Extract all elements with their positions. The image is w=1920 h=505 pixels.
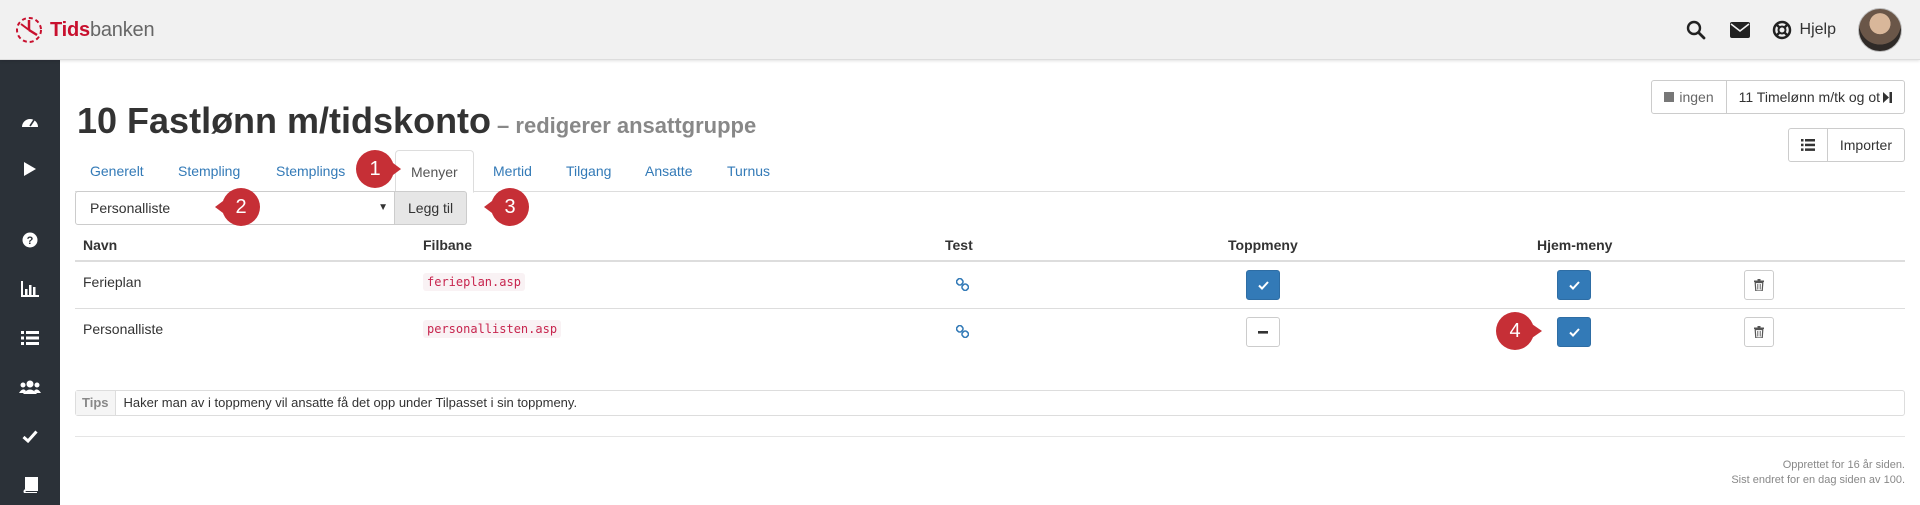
- page-subtitle: – redigerer ansattgruppe: [497, 113, 757, 138]
- audit-footer: Opprettet for 16 år siden. Sist endret f…: [1731, 458, 1905, 488]
- callout-marker-1: 1: [337, 150, 401, 188]
- trash-icon: [1754, 326, 1764, 338]
- tab-mertid[interactable]: Mertid: [478, 150, 547, 192]
- col-header-name: Navn: [83, 237, 118, 253]
- modified-info: Sist endret for en dag siden av 100.: [1731, 474, 1905, 486]
- menu-select-value: Personalliste: [90, 200, 171, 216]
- add-menu-button[interactable]: Legg til: [395, 191, 468, 225]
- row-file-path: ferieplan.asp: [423, 273, 525, 291]
- next-group-label: 11 Timelønn m/tk og ot: [1738, 89, 1880, 105]
- callout-number: 4: [1509, 320, 1521, 342]
- callout-number: 2: [235, 196, 247, 218]
- col-header-home-menu: Hjem-meny: [1537, 237, 1613, 253]
- col-header-test: Test: [945, 237, 973, 253]
- sidebar-item-users[interactable]: [0, 367, 60, 407]
- minus-icon: [1258, 330, 1268, 334]
- skip-forward-icon: [1883, 91, 1892, 103]
- tab-tilgang[interactable]: Tilgang: [551, 150, 626, 192]
- play-icon: [24, 162, 36, 176]
- brand-part2: banken: [89, 18, 155, 41]
- table-header: Navn Filbane Test Toppmeny Hjem-meny: [75, 230, 1905, 262]
- next-group-button[interactable]: 11 Timelønn m/tk og ot: [1726, 80, 1905, 114]
- col-header-file: Filbane: [423, 237, 473, 253]
- sidebar-item-list[interactable]: [0, 318, 60, 358]
- callout-number: 3: [504, 196, 516, 218]
- sidebar-item-approve[interactable]: [0, 416, 60, 456]
- messages-button[interactable]: [1720, 0, 1760, 60]
- top-menu-checkbox[interactable]: [1246, 317, 1280, 347]
- search-icon: [1686, 20, 1705, 40]
- user-avatar[interactable]: [1858, 8, 1902, 52]
- table-row: Personalliste personallisten.asp: [75, 309, 1905, 356]
- logo[interactable]: Tidsbanken: [14, 15, 155, 45]
- list-icon: [21, 331, 39, 345]
- row-file-path: personallisten.asp: [423, 320, 562, 338]
- sidebar-item-play[interactable]: [0, 149, 60, 189]
- home-menu-checkbox[interactable]: [1557, 317, 1591, 347]
- tips-label: Tips: [76, 391, 116, 415]
- stop-icon: [1664, 92, 1675, 102]
- link-icon: [955, 277, 970, 292]
- group-navigation: ingen 11 Timelønn m/tk og ot: [1651, 80, 1905, 114]
- help-button[interactable]: Hjelp: [1772, 20, 1836, 40]
- search-button[interactable]: [1676, 0, 1716, 60]
- test-link[interactable]: [955, 324, 970, 341]
- callout-number: 1: [369, 158, 381, 180]
- check-icon: [1568, 327, 1580, 337]
- callout-marker-3: 3: [472, 188, 536, 226]
- previous-group-label: ingen: [1679, 89, 1714, 105]
- col-header-top-menu: Toppmeny: [1228, 237, 1298, 253]
- tab-generelt[interactable]: Generelt: [75, 150, 159, 192]
- row-name: Ferieplan: [83, 274, 142, 290]
- callout-marker-4: 4: [1496, 312, 1560, 350]
- top-menu-checkbox[interactable]: [1246, 270, 1280, 300]
- add-menu-row: Personalliste ▼ Legg til: [75, 191, 468, 225]
- callout-marker-2: 2: [203, 188, 267, 226]
- delete-row-button[interactable]: [1744, 270, 1774, 300]
- users-icon: [19, 380, 41, 394]
- sidebar-item-help[interactable]: ?: [0, 220, 60, 260]
- tab-stempling[interactable]: Stempling: [163, 150, 255, 192]
- sidebar-item-book[interactable]: [0, 465, 60, 505]
- check-icon: [1257, 280, 1269, 290]
- home-menu-checkbox[interactable]: [1557, 270, 1591, 300]
- row-name: Personalliste: [83, 321, 164, 337]
- lifebuoy-icon: [1772, 20, 1791, 40]
- dashboard-icon: [22, 119, 38, 127]
- trash-icon: [1754, 279, 1764, 291]
- page-title: 10 Fastlønn m/tidskonto – redigerer ansat…: [77, 100, 756, 142]
- divider: [75, 436, 1905, 437]
- brand-part1: Tids: [50, 18, 90, 41]
- top-bar: Tidsbanken Hjelp: [0, 0, 1920, 60]
- test-link[interactable]: [955, 277, 970, 294]
- sidebar: ?: [0, 60, 60, 505]
- sidebar-item-dashboard[interactable]: [0, 101, 60, 141]
- tips-box: Tips Haker man av i toppmeny vil ansatte…: [75, 390, 1905, 416]
- table-row: Ferieplan ferieplan.asp: [75, 262, 1905, 309]
- question-circle-icon: ?: [22, 232, 38, 248]
- delete-row-button[interactable]: [1744, 317, 1774, 347]
- page-title-text: 10 Fastlønn m/tidskonto: [77, 100, 492, 141]
- help-label: Hjelp: [1799, 21, 1836, 38]
- sidebar-item-reports[interactable]: [0, 269, 60, 309]
- tab-menyer[interactable]: Menyer: [395, 150, 474, 193]
- envelope-icon: [1729, 22, 1750, 38]
- created-info: Opprettet for 16 år siden.: [1782, 459, 1905, 471]
- caret-down-icon: ▼: [378, 202, 388, 213]
- svg-text:?: ?: [27, 235, 34, 247]
- bar-chart-icon: [21, 281, 39, 297]
- clock-logo-icon: [16, 17, 42, 43]
- tab-ansatte[interactable]: Ansatte: [630, 150, 707, 192]
- previous-group-button[interactable]: ingen: [1651, 80, 1727, 114]
- menu-table: Navn Filbane Test Toppmeny Hjem-meny Fer…: [75, 230, 1905, 356]
- link-icon: [955, 324, 970, 339]
- check-icon: [22, 429, 38, 443]
- tab-turnus[interactable]: Turnus: [712, 150, 785, 192]
- check-icon: [1568, 280, 1580, 290]
- book-icon: [23, 477, 38, 493]
- tips-text: Haker man av i toppmeny vil ansatte få d…: [123, 395, 578, 410]
